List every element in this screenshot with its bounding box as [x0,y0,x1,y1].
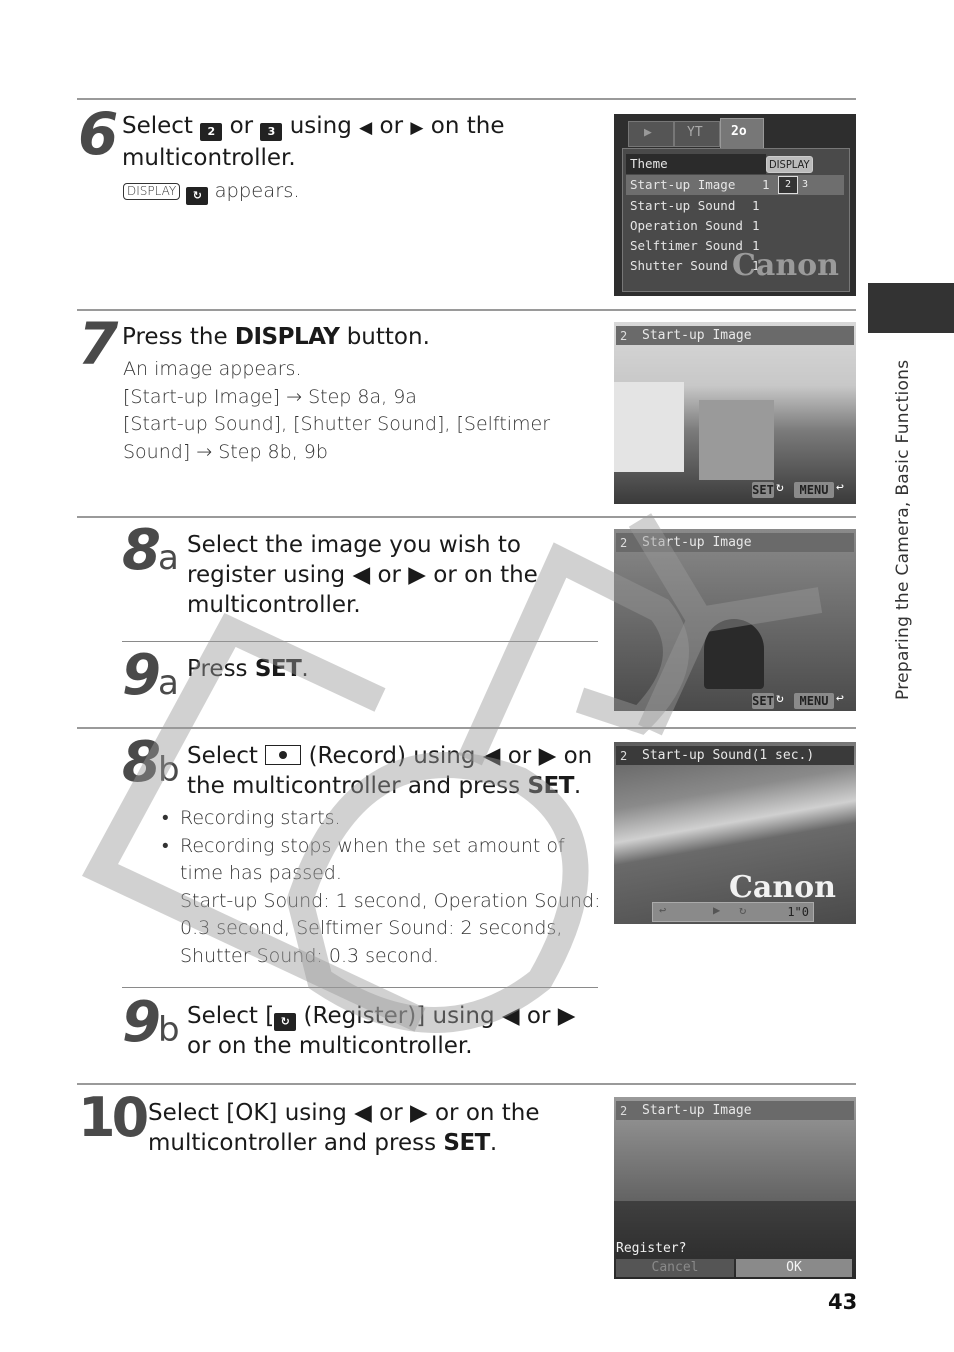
step6-heading: Select 2 or 3 using ◀ or ▶ on the multic… [122,111,602,173]
person-3-icon: 3 [802,179,809,190]
building-left [614,382,684,472]
menu-row-startup-sound: Start-up Sound 1 [630,198,760,213]
step-number-6: 6 [78,100,118,168]
page-number: 43 [828,1290,858,1314]
screen-menu: ▶ YT 2o Theme DISPLAY Start-up Image 1 2 3 … [614,114,856,296]
divider-step9a [122,641,598,642]
set-key: SET [443,1130,490,1156]
return-icon: ↩ [836,480,844,495]
display-button-icon: DISPLAY [123,183,181,200]
right-arrow-icon: ▶ [410,118,424,138]
cancel-button[interactable]: Cancel [616,1259,734,1277]
bullet-item: Recording starts. [162,805,602,833]
menu-label: MENU [794,693,834,709]
set-key: SET [527,773,574,799]
screen-title-bar: 2 Start-up Image [616,1101,854,1120]
menu-label: MENU [794,482,834,498]
text: appears. [208,179,300,202]
return-icon: ↩ [659,903,667,917]
step8a-heading: Select the image you wish to register us… [187,532,538,618]
display-label: DISPLAY [766,156,813,173]
text: or [372,113,411,139]
sound-control-bar: ↩ ▶ ↻ 1"0 [652,902,814,922]
time-readout: 1"0 [787,905,809,919]
menu-row-operation-sound: Operation Sound 1 [630,218,760,233]
divider-step7 [77,309,856,311]
display-key: DISPLAY [234,324,340,350]
play-icon: ▶ [644,125,652,140]
menu-row-theme: Theme [626,154,766,174]
duration-details: Start-up Sound: 1 second, Operation Soun… [180,889,601,967]
building-center [699,400,774,480]
divider-step10 [77,1083,856,1085]
step-number-10: 10 [78,1086,149,1149]
left-arrow-icon: ◀ [359,118,373,138]
canon-logo: Canon [732,248,839,283]
step-number-7: 7 [78,310,118,378]
register-prompt: Register? [616,1241,687,1256]
register-icon: ↻ [776,480,784,495]
step9a-heading: Press SET. [187,656,309,682]
step7-heading: Press the DISPLAY button. [122,324,430,350]
tab-setup: YT [674,121,720,147]
body-line: [Start-up Sound], [Shutter Sound], [Self… [123,413,550,435]
statue [704,619,764,689]
step7-body: An image appears. [Start-up Image] → Ste… [123,356,593,466]
person-2-icon: 2 [620,1104,628,1118]
return-icon: ↩ [836,691,844,706]
step8b-body: Recording starts. Recording stops when t… [162,805,602,970]
person-2-icon: 2 [620,536,628,550]
step-number-8a: 8a [122,518,179,583]
body-line: Sound] → Step 8b, 9b [123,440,328,463]
play-icon: ▶ [713,903,721,917]
tools-icon: YT [687,125,703,140]
register-icon: ↻ [739,903,747,917]
tab-playback: ▶ [628,121,674,147]
person-2-icon: 2 [200,123,223,141]
body-line: An image appears. [123,358,302,380]
set-label: SET [752,482,774,498]
text: or [222,113,261,139]
step-number-9b: 9b [122,990,180,1055]
divider-top [77,98,856,100]
step6-note: DISPLAY ↻ appears. [123,177,300,205]
screen-startup-sound: 2 Start-up Sound(1 sec.) Canon ↩ ▶ ↻ 1"0 [614,742,856,924]
bullet-item: Recording stops when the set amount of t… [162,833,602,888]
body-line: [Start-up Image] → Step 8a, 9a [123,385,417,408]
step10-heading: Select [OK] using ◀ or ▶ or on the multi… [148,1100,540,1156]
bullet-list: Recording starts. Recording stops when t… [162,805,602,888]
step8b-heading: Select (Record) using ◀ or ▶ on the mult… [187,743,593,799]
canon-logo: Canon [729,870,836,905]
person-2-icon: 2 [620,329,628,343]
register-icon: ↻ [186,187,209,205]
screen-title-bar: 2 Start-up Sound(1 sec.) [616,746,854,765]
step9b-heading: Select [↻ (Register)] using ◀ or ▶ or on… [187,1003,576,1059]
text: using [282,113,360,139]
mycamera-icon: 2o [731,124,747,139]
person-2-icon: 2 [778,176,798,194]
screen-startup-image-2: 2 Start-up Image SET MENU ↻ ↩ [614,529,856,711]
set-label: SET [752,693,774,709]
ok-button[interactable]: OK [736,1259,852,1277]
divider-step9b [122,987,598,988]
screen-startup-image-1: 2 Start-up Image SET MENU ↻ ↩ [614,322,856,504]
menu-row-startup-image: Start-up Image 1 2 3 [626,175,844,195]
divider-step8b [77,727,856,729]
section-tab [868,283,954,333]
text: Select [122,113,201,139]
register-icon: ↻ [274,1013,297,1031]
step-number-8b: 8b [122,730,180,795]
screen-title-bar: 2 Start-up Image [616,533,854,552]
screen-register: 2 Start-up Image Register? Cancel OK [614,1097,856,1279]
step-number-9a: 9a [122,643,179,708]
person-2-icon: 2 [620,749,628,763]
person-3-icon: 3 [260,123,283,141]
screen-title-bar: 2 Start-up Image [616,326,854,345]
register-icon: ↻ [776,691,784,706]
tab-mycamera: 2o [720,118,764,150]
record-icon [265,745,302,765]
divider-step8a [77,516,856,518]
set-key: SET [254,656,302,682]
section-title: Preparing the Camera, Basic Functions [893,359,913,700]
